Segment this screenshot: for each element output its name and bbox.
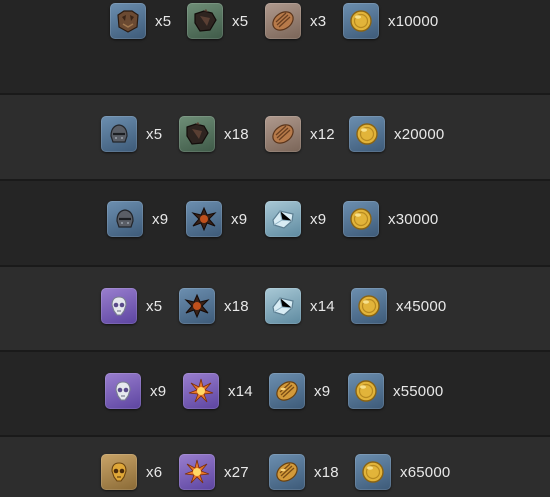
- cost-item: x9: [186, 201, 247, 237]
- item-quantity: x9: [314, 382, 331, 400]
- cost-item: x20000: [349, 116, 444, 152]
- item-quantity: x5: [155, 12, 172, 30]
- cost-item: x5: [187, 3, 248, 39]
- cost-item: x27: [179, 454, 249, 490]
- crystal-bar-icon: [265, 201, 301, 237]
- cost-row: x5 x5 x3 x10000: [0, 0, 550, 93]
- fur-pelt-icon: [110, 3, 146, 39]
- cost-item: x18: [179, 116, 249, 152]
- cost-item: x30000: [343, 201, 438, 237]
- item-quantity: x6: [146, 463, 163, 481]
- cost-item: x65000: [355, 454, 450, 490]
- item-quantity: x5: [232, 12, 249, 30]
- wood-plank-icon: [265, 116, 301, 152]
- item-quantity: x18: [314, 463, 339, 481]
- item-quantity: x14: [228, 382, 253, 400]
- cost-item: x5: [110, 3, 171, 39]
- gold-coin-icon: [343, 3, 379, 39]
- item-quantity: x10000: [388, 12, 439, 30]
- gold-coin-icon: [355, 454, 391, 490]
- cost-item: x3: [265, 3, 326, 39]
- skull-mask-icon: [105, 373, 141, 409]
- item-quantity: x20000: [394, 125, 445, 143]
- cost-item: x18: [269, 454, 339, 490]
- cost-item: x9: [105, 373, 166, 409]
- cost-row: x9 x9 x9 x30000: [0, 179, 550, 265]
- item-quantity: x65000: [400, 463, 451, 481]
- dark-leather-icon: [179, 116, 215, 152]
- item-quantity: x9: [152, 210, 169, 228]
- dark-leather-icon: [187, 3, 223, 39]
- cost-item: x18: [179, 288, 249, 324]
- gold-coin-icon: [348, 373, 384, 409]
- cost-item: x5: [101, 116, 162, 152]
- gold-coin-icon: [351, 288, 387, 324]
- cost-item: x9: [265, 201, 326, 237]
- cost-item: x10000: [343, 3, 438, 39]
- spiked-hide-icon: [179, 288, 215, 324]
- item-quantity: x18: [224, 297, 249, 315]
- cost-item: x9: [269, 373, 330, 409]
- golden-skull-icon: [101, 454, 137, 490]
- iron-helmet-icon: [101, 116, 137, 152]
- item-quantity: x9: [310, 210, 327, 228]
- crystal-bar-icon: [265, 288, 301, 324]
- item-quantity: x45000: [396, 297, 447, 315]
- item-quantity: x27: [224, 463, 249, 481]
- cost-item: x12: [265, 116, 335, 152]
- gold-coin-icon: [343, 201, 379, 237]
- cost-item: x14: [265, 288, 335, 324]
- item-quantity: x9: [231, 210, 248, 228]
- item-quantity: x55000: [393, 382, 444, 400]
- cost-row: x9 x14 x9 x55000: [0, 350, 550, 435]
- item-quantity: x18: [224, 125, 249, 143]
- cost-item: x9: [107, 201, 168, 237]
- cost-row: x6 x27 x18 x65000: [0, 435, 550, 497]
- cost-item: x6: [101, 454, 162, 490]
- cost-item: x45000: [351, 288, 446, 324]
- item-quantity: x12: [310, 125, 335, 143]
- cost-row: x5 x18 x12 x20000: [0, 93, 550, 179]
- item-quantity: x14: [310, 297, 335, 315]
- cost-row: x5 x18 x14 x45000: [0, 265, 550, 350]
- item-quantity: x5: [146, 297, 163, 315]
- gold-coin-icon: [349, 116, 385, 152]
- cost-item: x14: [183, 373, 253, 409]
- cost-item: x55000: [348, 373, 443, 409]
- golden-log-icon: [269, 454, 305, 490]
- item-quantity: x5: [146, 125, 163, 143]
- skull-mask-icon: [101, 288, 137, 324]
- item-quantity: x30000: [388, 210, 439, 228]
- iron-helmet-icon: [107, 201, 143, 237]
- spiked-hide-icon: [186, 201, 222, 237]
- golden-log-icon: [269, 373, 305, 409]
- upgrade-cost-table: x5 x5 x3 x10000 x5 x18 x12 x20000 x9 x9 …: [0, 0, 550, 497]
- wood-plank-icon: [265, 3, 301, 39]
- item-quantity: x9: [150, 382, 167, 400]
- item-quantity: x3: [310, 12, 327, 30]
- fire-burst-icon: [183, 373, 219, 409]
- fire-burst-icon: [179, 454, 215, 490]
- cost-item: x5: [101, 288, 162, 324]
